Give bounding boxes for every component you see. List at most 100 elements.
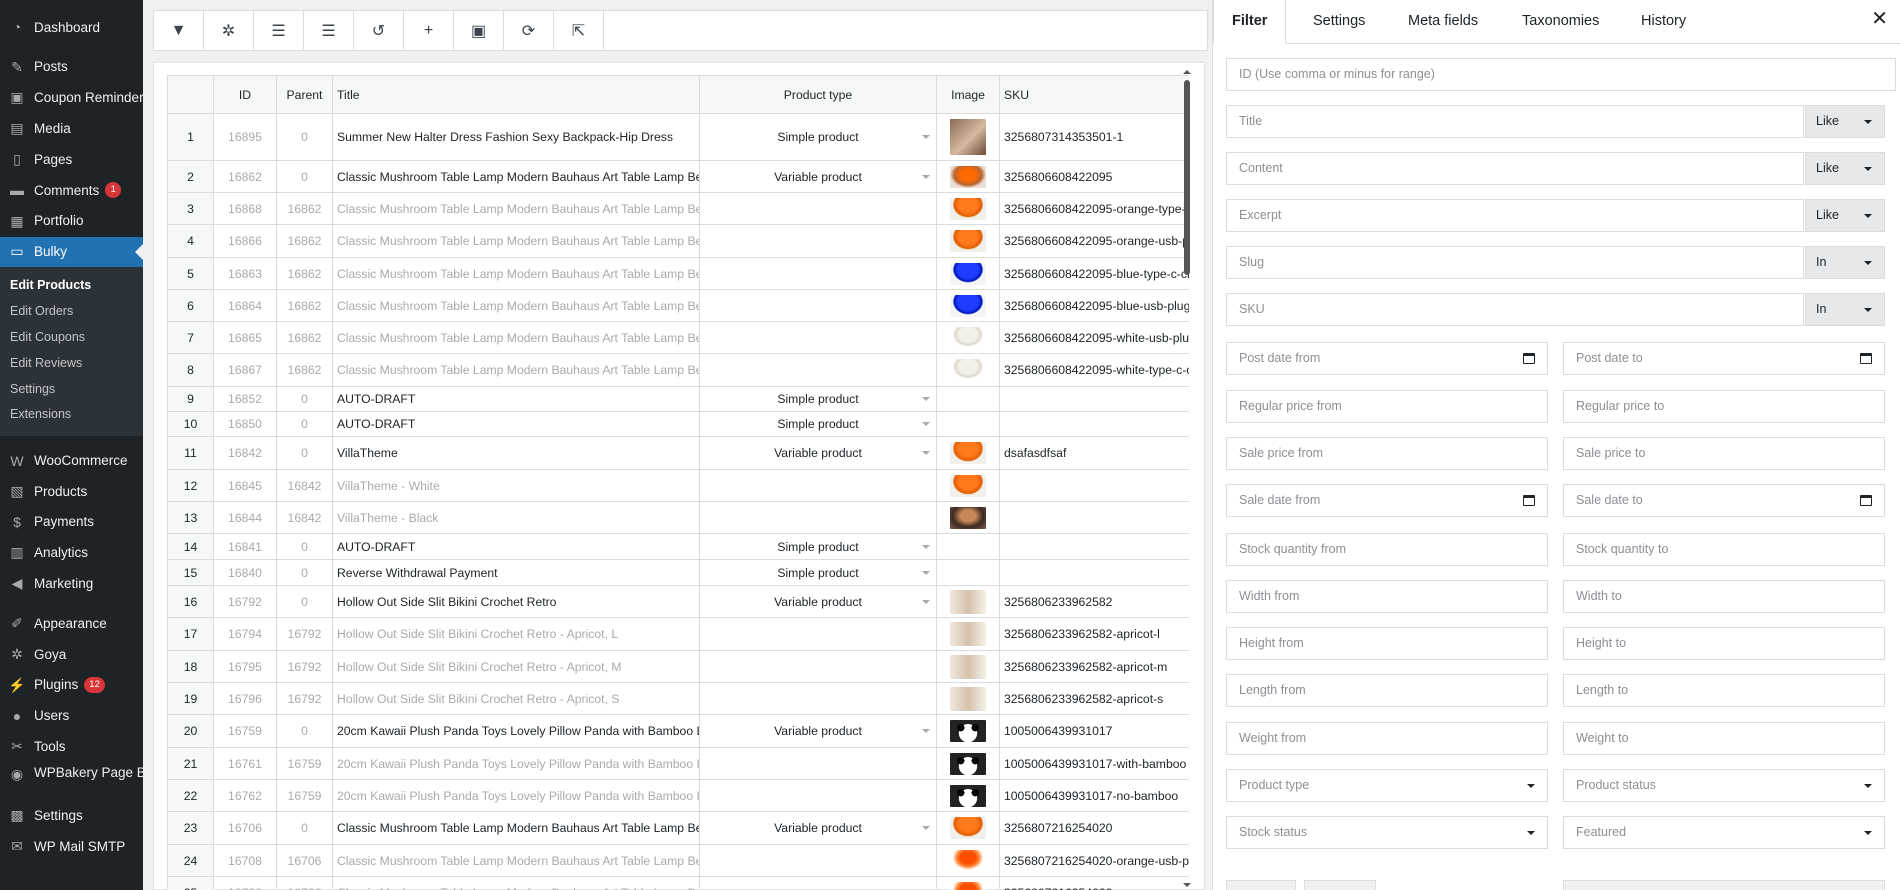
tab-settings[interactable]: Settings: [1313, 0, 1365, 44]
product-thumbnail[interactable]: [950, 359, 986, 381]
cell-product-type[interactable]: [699, 876, 937, 890]
cell-sku[interactable]: dsafasdfsaf: [999, 436, 1189, 470]
table-row[interactable]: 24 16708 16706 Classic Mushroom Table Lamp …: [167, 844, 1189, 877]
cell-image[interactable]: [936, 160, 1000, 193]
table-row[interactable]: 21 16761 16759 20cm Kawaii Plush Panda Toys…: [167, 747, 1189, 780]
sale-price-to-input[interactable]: Sale price to: [1563, 437, 1885, 470]
cell-sku[interactable]: 1005006439931017-with-bamboo: [999, 747, 1189, 780]
product-status-select[interactable]: Product status: [1563, 769, 1885, 802]
cell-product-type[interactable]: [699, 469, 937, 502]
product-thumbnail[interactable]: [950, 686, 986, 711]
stock-status-select[interactable]: Stock status: [1226, 816, 1548, 849]
title-operator-select[interactable]: Like: [1805, 105, 1885, 138]
cell-sku[interactable]: 3256806608422095-blue-usb-plug: [999, 289, 1189, 322]
header-sku[interactable]: SKU: [999, 75, 1189, 114]
sidebar-item-pages[interactable]: ▯ Pages: [0, 144, 143, 175]
table-row[interactable]: 11 16842 0 VillaTheme Variable product dsafas…: [167, 436, 1189, 470]
cell-product-type[interactable]: [699, 747, 937, 780]
table-row[interactable]: 7 16865 16862 Classic Mushroom Table Lamp M…: [167, 321, 1189, 354]
cell-image[interactable]: [936, 192, 1000, 225]
product-thumbnail[interactable]: [950, 784, 986, 807]
cell-title[interactable]: VillaTheme - Black: [332, 501, 700, 534]
weight-to-input[interactable]: Weight to: [1563, 722, 1885, 755]
cell-sku[interactable]: 3256807216254020: [999, 811, 1189, 845]
sidebar-item-appearance[interactable]: ✐ Appearance: [0, 608, 143, 639]
cell-image[interactable]: [936, 747, 1000, 780]
table-row[interactable]: 22 16762 16759 20cm Kawaii Plush Panda Toys…: [167, 779, 1189, 812]
table-row[interactable]: 251670916706Classic Mushroom Table Lamp …: [167, 876, 1189, 890]
sku-operator-select[interactable]: In: [1805, 293, 1885, 326]
cell-product-type[interactable]: [699, 257, 937, 290]
product-thumbnail[interactable]: [950, 474, 986, 497]
cell-sku[interactable]: 3256806608422095-orange-usb-plug: [999, 224, 1189, 258]
sidebar-item-users[interactable]: ● Users: [0, 701, 143, 732]
title-filter-input[interactable]: Title: [1226, 105, 1804, 138]
regular-price-to-input[interactable]: Regular price to: [1563, 390, 1885, 423]
sale-date-from-input[interactable]: Sale date from: [1226, 484, 1548, 517]
table-row[interactable]: 6 16864 16862 Classic Mushroom Table Lamp M…: [167, 289, 1189, 322]
product-thumbnail[interactable]: [950, 294, 986, 317]
history-button[interactable]: ↺: [354, 11, 404, 50]
cell-image[interactable]: [936, 321, 1000, 354]
close-icon[interactable]: ✕: [1871, 6, 1888, 31]
cell-image[interactable]: [936, 386, 1000, 412]
sidebar-item-media[interactable]: ▤ Media: [0, 113, 143, 144]
sidebar-item-wpbakery-page-builder[interactable]: ◉ WPBakery Page Builder: [0, 762, 179, 800]
cell-image[interactable]: [936, 585, 1000, 618]
gear-button[interactable]: ✲: [204, 11, 254, 50]
cell-sku[interactable]: [999, 411, 1189, 437]
cell-product-type[interactable]: [699, 192, 937, 225]
product-thumbnail[interactable]: [950, 881, 986, 890]
cell-product-type[interactable]: Simple product: [699, 559, 937, 586]
slug-operator-select[interactable]: In: [1805, 246, 1885, 279]
calendar-icon[interactable]: [1523, 353, 1535, 364]
cell-product-type[interactable]: [699, 617, 937, 651]
database-alt-button[interactable]: ☰: [304, 11, 354, 50]
cell-title[interactable]: VillaTheme - White: [332, 469, 700, 502]
cell-image[interactable]: [936, 469, 1000, 502]
product-thumbnail[interactable]: [950, 817, 986, 839]
table-row[interactable]: 18 16795 16792 Hollow Out Side Slit Bikini …: [167, 650, 1189, 683]
table-row[interactable]: 12 16845 16842 VillaTheme - White: [167, 469, 1189, 502]
cell-sku[interactable]: 3256806233962582-apricot-s: [999, 682, 1189, 715]
table-row[interactable]: 15 16840 0 Reverse Withdrawal Payment Simple…: [167, 559, 1189, 586]
cell-image[interactable]: [936, 876, 1000, 890]
cell-product-type[interactable]: Variable product: [699, 811, 937, 845]
featured-select[interactable]: Featured: [1563, 816, 1885, 849]
width-from-input[interactable]: Width from: [1226, 580, 1548, 613]
sale-price-from-input[interactable]: Sale price from: [1226, 437, 1548, 470]
slug-filter-input[interactable]: Slug: [1226, 246, 1804, 279]
sidebar-item-coupon-reminder[interactable]: ▣ Coupon Reminder: [0, 83, 143, 114]
cell-title[interactable]: Classic Mushroom Table Lamp Modern Bauha…: [332, 192, 700, 225]
excerpt-operator-select[interactable]: Like: [1805, 199, 1885, 232]
filter-control-partial[interactable]: [1226, 880, 1296, 890]
submenu-item-extensions[interactable]: Extensions: [0, 402, 143, 428]
table-row[interactable]: 5 16863 16862 Classic Mushroom Table Lamp M…: [167, 257, 1189, 290]
table-row[interactable]: 1 16895 0 Summer New Halter Dress Fashion S…: [167, 113, 1189, 161]
sidebar-item-products[interactable]: ▧ Products: [0, 476, 143, 507]
cell-sku[interactable]: 3256806608422095-white-usb-plug: [999, 321, 1189, 354]
cell-image[interactable]: [936, 559, 1000, 586]
sidebar-item-posts[interactable]: ✎ Posts: [0, 52, 143, 83]
cell-sku[interactable]: 3256807314353501-1: [999, 113, 1189, 161]
cell-title[interactable]: Hollow Out Side Slit Bikini Crochet Retr…: [332, 585, 700, 618]
table-row[interactable]: 9 16852 0 AUTO-DRAFT Simple product: [167, 386, 1189, 412]
cell-sku[interactable]: 3256806233962582-apricot-m: [999, 650, 1189, 683]
sidebar-item-payments[interactable]: $ Payments: [0, 507, 143, 538]
cell-image[interactable]: [936, 714, 1000, 748]
id-filter-input[interactable]: ID (Use comma or minus for range): [1226, 58, 1896, 91]
cell-sku[interactable]: [999, 386, 1189, 412]
post-date-from-input[interactable]: Post date from: [1226, 342, 1548, 375]
sync-button[interactable]: ⟳: [504, 11, 554, 50]
scroll-up-arrow[interactable]: [1183, 70, 1191, 74]
cell-image[interactable]: [936, 811, 1000, 845]
cell-image[interactable]: [936, 113, 1000, 161]
table-row[interactable]: 23 16706 0 Classic Mushroom Table Lamp Mode…: [167, 811, 1189, 845]
length-from-input[interactable]: Length from: [1226, 674, 1548, 707]
table-row[interactable]: 4 16866 16862 Classic Mushroom Table Lamp M…: [167, 224, 1189, 258]
filter-control-partial[interactable]: [1304, 880, 1376, 890]
calendar-icon[interactable]: [1523, 495, 1535, 506]
cell-title[interactable]: Hollow Out Side Slit Bikini Crochet Retr…: [332, 682, 700, 715]
cell-image[interactable]: [936, 289, 1000, 322]
stock-quantity-from-input[interactable]: Stock quantity from: [1226, 533, 1548, 566]
